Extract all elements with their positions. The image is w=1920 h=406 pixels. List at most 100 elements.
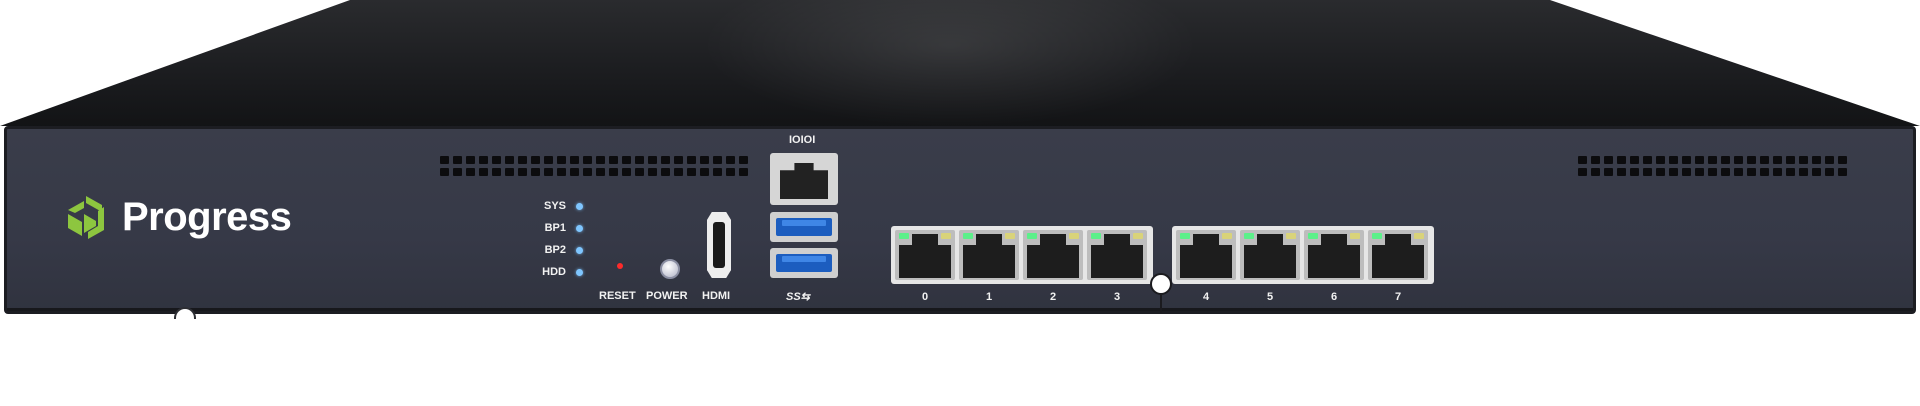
ethernet-port-1[interactable] [959, 230, 1019, 280]
vent-slot [674, 168, 683, 176]
vent-slot [1825, 168, 1834, 176]
vent-slot [1799, 156, 1808, 164]
lid-reflection [700, 0, 1200, 126]
vent-slot [1760, 156, 1769, 164]
vent-slot [609, 156, 618, 164]
hotspot-marker[interactable] [1150, 273, 1172, 295]
status-led-indicator [576, 202, 583, 210]
right-vent [1578, 156, 1847, 176]
vent-slot [1617, 168, 1626, 176]
vent-slot [1734, 156, 1743, 164]
status-led-label: BP2 [544, 244, 566, 256]
vent-slot [648, 156, 657, 164]
hotspot-marker-stem [1160, 295, 1162, 313]
usb3-icon: SS⇆ [786, 291, 810, 303]
vent-slot [1682, 168, 1691, 176]
vent-slot [1656, 156, 1665, 164]
vent-slot [570, 168, 579, 176]
vent-slot [674, 156, 683, 164]
vent-slot [700, 168, 709, 176]
vent-slot [1799, 168, 1808, 176]
ethernet-port-4[interactable] [1176, 230, 1236, 280]
hdmi-label: HDMI [702, 290, 731, 302]
status-led-label: BP1 [544, 222, 566, 234]
vent-slot [739, 156, 748, 164]
vent-slot [1682, 156, 1691, 164]
vent-slot [609, 168, 618, 176]
vent-slot [661, 168, 670, 176]
vent-slot [531, 156, 540, 164]
vent-slot [700, 156, 709, 164]
vent-slot [687, 156, 696, 164]
ethernet-port-7[interactable] [1368, 230, 1428, 280]
vent-slot [479, 168, 488, 176]
vent-slot [518, 156, 527, 164]
vent-slot [1643, 156, 1652, 164]
vent-slot [453, 156, 462, 164]
vent-slot [1786, 168, 1795, 176]
vent-slot [1643, 168, 1652, 176]
power-button[interactable] [660, 259, 680, 279]
appliance-image: Progress SYS BP1 BP2 HDD RESET POWER HDM… [0, 0, 1920, 406]
progress-logo-icon [68, 196, 104, 239]
vent-slot [1591, 168, 1600, 176]
vent-slot [1812, 168, 1821, 176]
ethernet-port-6[interactable] [1304, 230, 1364, 280]
vent-slot [1695, 168, 1704, 176]
vent-slot [492, 156, 501, 164]
vent-slot [518, 168, 527, 176]
reset-button[interactable] [617, 263, 623, 269]
ethernet-port-5[interactable] [1240, 230, 1300, 280]
usb-port-2[interactable] [770, 248, 838, 278]
vent-slot [622, 156, 631, 164]
vent-slot [466, 168, 475, 176]
vent-slot [726, 156, 735, 164]
usb-port-1[interactable] [770, 212, 838, 242]
status-led-indicator [576, 224, 583, 232]
vent-slot [1734, 168, 1743, 176]
ethernet-port-2[interactable] [1023, 230, 1083, 280]
vent-slot [466, 156, 475, 164]
vent-slot [1838, 156, 1847, 164]
vent-slot [1760, 168, 1769, 176]
status-led-sys: SYS [530, 200, 583, 212]
vent-slot [453, 168, 462, 176]
ethernet-port-label: 6 [1330, 291, 1338, 303]
vent-slot [713, 168, 722, 176]
ethernet-port-3[interactable] [1087, 230, 1147, 280]
vent-slot [1604, 156, 1613, 164]
ethernet-port-0[interactable] [895, 230, 955, 280]
vent-slot [505, 168, 514, 176]
vent-slot [1708, 168, 1717, 176]
ethernet-group-b [1172, 226, 1434, 284]
vent-slot [544, 156, 553, 164]
status-led-label: SYS [543, 200, 566, 212]
vent-slot [1578, 156, 1587, 164]
brand-logo: Progress [62, 192, 292, 242]
vent-slot [1578, 168, 1587, 176]
left-vent [440, 156, 748, 176]
vent-slot [648, 168, 657, 176]
vent-slot [544, 168, 553, 176]
ethernet-port-label: 3 [1113, 291, 1121, 303]
ethernet-port-label: 7 [1394, 291, 1402, 303]
vent-slot [557, 156, 566, 164]
ethernet-group-a [891, 226, 1153, 284]
vent-slot [531, 168, 540, 176]
vent-slot [1773, 168, 1782, 176]
vent-slot [635, 156, 644, 164]
vent-slot [1747, 156, 1756, 164]
vent-slot [1747, 168, 1756, 176]
reset-label: RESET [599, 290, 636, 302]
vent-slot [1591, 156, 1600, 164]
status-led-indicator [576, 268, 583, 276]
hdmi-port[interactable] [707, 212, 731, 278]
status-led-bp1: BP1 [530, 222, 583, 234]
vent-slot [1773, 156, 1782, 164]
vent-slot [1786, 156, 1795, 164]
vent-slot [635, 168, 644, 176]
status-led-label: HDD [542, 266, 566, 278]
ethernet-port-label: 0 [921, 291, 929, 303]
console-port-icon[interactable] [770, 153, 838, 205]
vent-slot [570, 156, 579, 164]
